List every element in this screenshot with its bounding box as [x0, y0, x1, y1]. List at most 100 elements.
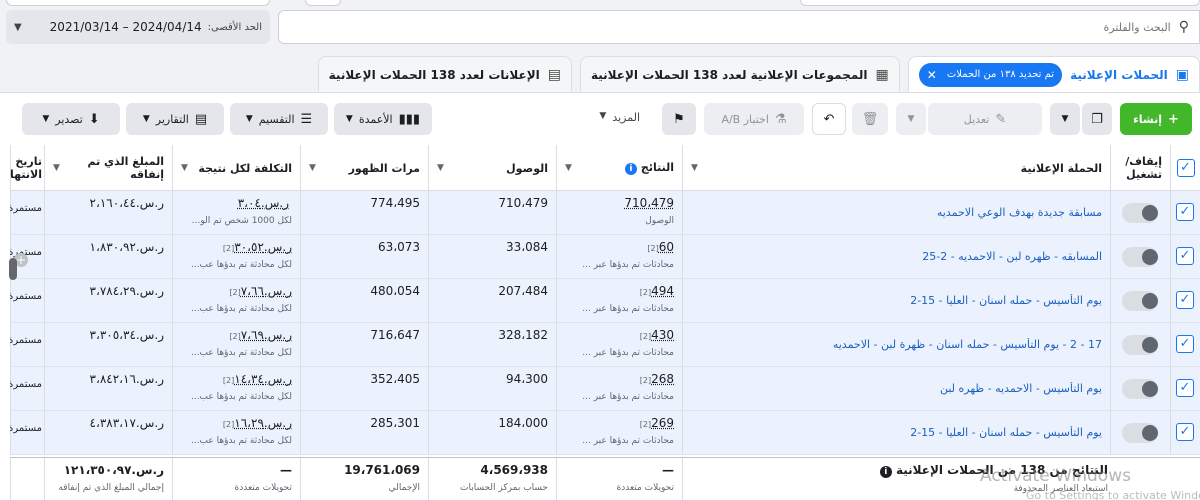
campaign-name-link[interactable]: يوم التأسيس - الاحمديه - ظهره لبن — [691, 382, 1102, 395]
toolbar: + إنشاء ❐ ▼ ✎ تعديل ▼ 🗑 ↶ ⚗ اختبار A/B ⚑ — [12, 103, 1192, 137]
header-end[interactable]: تاريخ الانتهاء — [10, 145, 44, 191]
row-spent-cell: ر.س.٤،٣٨٣،١٧ — [44, 411, 172, 455]
row-toggle-cell — [1110, 411, 1170, 455]
cost-sub: لكل محادثة تم بدؤها عب... — [190, 436, 292, 446]
edit-button[interactable]: ✎ تعديل — [928, 103, 1042, 135]
info-icon[interactable]: i — [624, 163, 637, 175]
search-input[interactable] — [370, 20, 1171, 34]
delivery-toggle[interactable] — [1122, 291, 1158, 311]
results-wrap: [2]430 — [565, 328, 674, 342]
attribution-badge: [2] — [222, 376, 235, 385]
search-bar[interactable]: ⚲ — [278, 10, 1200, 44]
table-row[interactable]: ✓ يوم التأسيس - حمله اسنان - العليا - 15-… — [10, 279, 1200, 323]
row-cost-cell: [2]ر.س.١٦،٢٩ لكل محادثة تم بدؤها عب... — [172, 411, 300, 455]
header-results-label: النتائج — [640, 161, 674, 174]
date-range-picker[interactable]: الحد الأقصى: 2021/03/14 – 2024/04/14 ▼ — [6, 10, 270, 44]
end-date-value: مستمرة — [10, 379, 42, 390]
results-value: 268 — [651, 372, 674, 386]
ab-test-button[interactable]: ⚗ اختبار A/B — [704, 103, 804, 135]
row-results-cell: [2]60 محادثات تم بدؤها عبر ... — [556, 235, 682, 279]
header-cost[interactable]: التكلفة لكل نتيجة ▼ — [172, 145, 300, 191]
header-impressions-label: مرات الظهور — [348, 161, 420, 175]
row-impressions-cell: 480،054 — [300, 279, 428, 323]
row-checkbox[interactable]: ✓ — [1176, 379, 1194, 397]
results-sub: محادثات تم بدؤها عبر ... — [582, 392, 674, 402]
header-impressions[interactable]: مرات الظهور ▼ — [300, 145, 428, 191]
row-results-cell: [2]494 محادثات تم بدؤها عبر ... — [556, 279, 682, 323]
toggle-knob — [1142, 293, 1158, 309]
folder-icon: ▣ — [1175, 66, 1189, 83]
export-button[interactable]: ⬇ تصدير ▼ — [22, 103, 120, 135]
header-results-wrap: النتائجi — [624, 161, 674, 175]
campaign-name-link[interactable]: يوم التأسيس - حمله اسنان - العليا - 15-2 — [691, 426, 1102, 439]
campaign-name-link[interactable]: يوم التأسيس - حمله اسنان - العليا - 15-2 — [691, 294, 1102, 307]
delivery-toggle[interactable] — [1122, 247, 1158, 267]
delivery-toggle[interactable] — [1122, 335, 1158, 355]
row-select-cell: ✓ — [1170, 411, 1200, 455]
top-strip-segment — [6, 0, 270, 6]
breakdown-button[interactable]: ☰ التقسيم ▼ — [230, 103, 328, 135]
edit-dropdown-button[interactable]: ▼ — [896, 103, 926, 135]
columns-button[interactable]: ▮▮▮ الأعمدة ▼ — [334, 103, 432, 135]
select-all-checkbox[interactable]: ✓ — [1176, 159, 1195, 177]
duplicate-dropdown-button[interactable]: ▼ — [1050, 103, 1080, 135]
level-tabs: ▣ الحملات الإعلانية تم تحديد ١٣٨ من الحم… — [317, 56, 1200, 92]
row-reach-cell: 328،182 — [428, 323, 556, 367]
tab-campaigns[interactable]: ▣ الحملات الإعلانية تم تحديد ١٣٨ من الحم… — [907, 56, 1200, 92]
table-row[interactable]: ✓ يوم التأسيس - حمله اسنان - العليا - 15-… — [10, 411, 1200, 455]
create-button[interactable]: + إنشاء — [1120, 103, 1192, 135]
delivery-toggle[interactable] — [1122, 379, 1158, 399]
row-checkbox[interactable]: ✓ — [1176, 291, 1194, 309]
selection-chip[interactable]: تم تحديد ١٣٨ من الحملات ✕ — [918, 62, 1063, 87]
ad-window-icon: ▤ — [547, 66, 561, 83]
row-results-cell: [2]269 محادثات تم بدؤها عبر ... — [556, 411, 682, 455]
close-icon[interactable]: ✕ — [927, 68, 937, 82]
attribution-badge: [2] — [222, 244, 235, 253]
info-icon[interactable]: i — [879, 466, 892, 478]
row-spent-cell: ر.س.٣،٧٨٤،٢٩ — [44, 279, 172, 323]
row-impressions-cell: 285،301 — [300, 411, 428, 455]
reports-button-label: التقارير — [155, 112, 189, 126]
delivery-toggle[interactable] — [1122, 203, 1158, 223]
header-toggle-label: إيقاف/ تشغيل — [1125, 155, 1162, 181]
table-row[interactable]: ✓ 17 - 2 - يوم التأسيس - حمله اسنان - ظهر… — [10, 323, 1200, 367]
selection-chip-label: تم تحديد ١٣٨ من الحملات — [946, 69, 1055, 80]
sort-caret-icon: ▼ — [437, 162, 444, 173]
row-checkbox[interactable]: ✓ — [1176, 335, 1194, 353]
scrollbar-thumb[interactable] — [9, 258, 17, 280]
campaign-name-link[interactable]: مسابقة جديدة بهدف الوعي الاحمديه — [691, 206, 1102, 219]
tab-ads[interactable]: ▤ الإعلانات لعدد 138 الحملات الإعلانية — [317, 56, 572, 92]
header-spent[interactable]: المبلغ الذي تم إنفاقه ▼ — [44, 145, 172, 191]
tag-button[interactable]: ⚑ — [662, 103, 696, 135]
header-results[interactable]: النتائجi ▼ — [556, 145, 682, 191]
cost-value: ر.س.١٤،٣٤ — [234, 372, 292, 386]
row-checkbox[interactable]: ✓ — [1176, 203, 1194, 221]
cost-wrap: [2]ر.س.٣٠،٥٢ — [181, 240, 292, 254]
header-campaign[interactable]: الحملة الإعلانية ▼ — [682, 145, 1110, 191]
more-dropdown[interactable]: المزيد ▼ — [599, 111, 640, 124]
row-impressions-cell: 716،647 — [300, 323, 428, 367]
row-reach-cell: 710،479 — [428, 191, 556, 235]
campaign-name-link[interactable]: المسابقه - ظهره لبن - الاحمديه - 2-25 — [691, 250, 1102, 263]
row-results-cell: [2]268 محادثات تم بدؤها عبر ... — [556, 367, 682, 411]
cost-wrap: ر.س.٣،٠٤ — [181, 196, 292, 210]
header-toggle[interactable]: إيقاف/ تشغيل — [1110, 145, 1170, 191]
results-value: 269 — [651, 416, 674, 430]
header-reach[interactable]: الوصول ▼ — [428, 145, 556, 191]
spent-value: ر.س.١،٨٣٠،٩٢ — [89, 240, 165, 254]
delete-button[interactable]: 🗑 — [852, 103, 888, 135]
attribution-badge: [2] — [229, 332, 241, 341]
row-checkbox[interactable]: ✓ — [1176, 247, 1194, 265]
row-checkbox[interactable]: ✓ — [1176, 423, 1194, 441]
tab-adsets[interactable]: ▦ المجموعات الإعلانية لعدد 138 الحملات ا… — [579, 56, 900, 92]
duplicate-button[interactable]: ❐ — [1082, 103, 1112, 135]
campaign-name-link[interactable]: 17 - 2 - يوم التأسيس - حمله اسنان - ظهرة… — [691, 338, 1102, 351]
table-row[interactable]: ✓ مسابقة جديدة بهدف الوعي الاحمديه 710،479… — [10, 191, 1200, 235]
undo-button[interactable]: ↶ — [812, 103, 846, 135]
table-row[interactable]: ✓ المسابقه - ظهره لبن - الاحمديه - 2-25 [2… — [10, 235, 1200, 279]
table-row[interactable]: ✓ يوم التأسيس - الاحمديه - ظهره لبن [2] 268… — [10, 367, 1200, 411]
reports-button[interactable]: ▤ التقارير ▼ — [126, 103, 224, 135]
sort-caret-icon: ▼ — [309, 162, 316, 173]
delivery-toggle[interactable] — [1122, 423, 1158, 443]
totals-results-cell: — تحويلات متعددة — [556, 458, 682, 500]
